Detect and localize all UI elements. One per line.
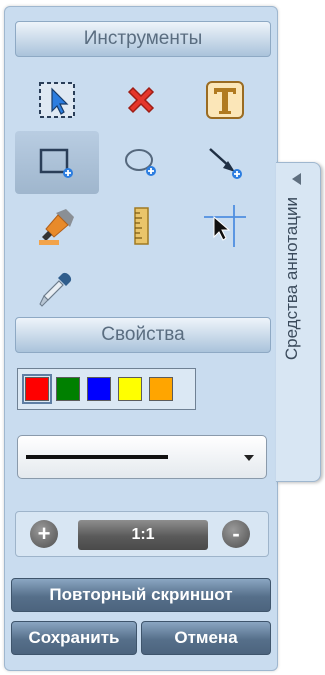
color-swatch-green[interactable] [56, 377, 80, 401]
ruler-tool[interactable] [99, 194, 183, 257]
tools-header: Инструменты [15, 21, 271, 57]
selection-cursor-icon [39, 81, 75, 118]
eyedropper-tool[interactable] [15, 257, 99, 320]
text-t-icon [206, 80, 244, 119]
line-style-dropdown[interactable] [17, 435, 267, 479]
ellipse-tool[interactable] [99, 131, 183, 194]
rectangle-tool[interactable] [15, 131, 99, 194]
retake-screenshot-button[interactable]: Повторный скриншот [11, 578, 271, 612]
properties-header: Свойства [15, 317, 271, 353]
eyedropper-icon [39, 272, 72, 307]
cancel-button[interactable]: Отмена [141, 621, 271, 655]
annotation-tools-panel: Инструменты Свойства + 1:1 - Повторный с… [4, 6, 278, 671]
color-palette [17, 368, 196, 410]
tools-grid [15, 68, 269, 320]
ellipse-plus-icon [125, 148, 156, 176]
red-x-icon [127, 86, 155, 113]
chevron-down-icon [244, 455, 254, 461]
zoom-out-button[interactable]: - [222, 520, 250, 548]
highlighter-icon [39, 208, 74, 245]
rectangle-plus-icon [39, 148, 73, 178]
side-tab-label: Средства аннотации [282, 197, 301, 361]
color-swatch-red[interactable] [22, 374, 52, 404]
ruler-icon [134, 206, 149, 245]
color-swatch-orange[interactable] [149, 377, 173, 401]
save-button[interactable]: Сохранить [11, 621, 137, 655]
line-style-preview [26, 455, 168, 459]
color-swatch-yellow[interactable] [118, 377, 142, 401]
zoom-bar: + 1:1 - [15, 511, 269, 557]
text-tool[interactable] [183, 68, 267, 131]
crosshair-tool[interactable] [183, 194, 267, 257]
annotation-tools-side-tab[interactable]: Средства аннотации [276, 162, 321, 482]
highlighter-tool[interactable] [15, 194, 99, 257]
arrow-tool[interactable] [183, 131, 267, 194]
arrow-line-icon [209, 147, 242, 179]
color-swatch-blue[interactable] [87, 377, 111, 401]
zoom-level-display[interactable]: 1:1 [78, 520, 208, 550]
delete-tool[interactable] [99, 68, 183, 131]
select-tool[interactable] [15, 68, 99, 131]
crosshair-cursor-icon [204, 204, 246, 247]
collapse-arrow-icon [292, 173, 301, 185]
zoom-in-button[interactable]: + [30, 520, 58, 548]
